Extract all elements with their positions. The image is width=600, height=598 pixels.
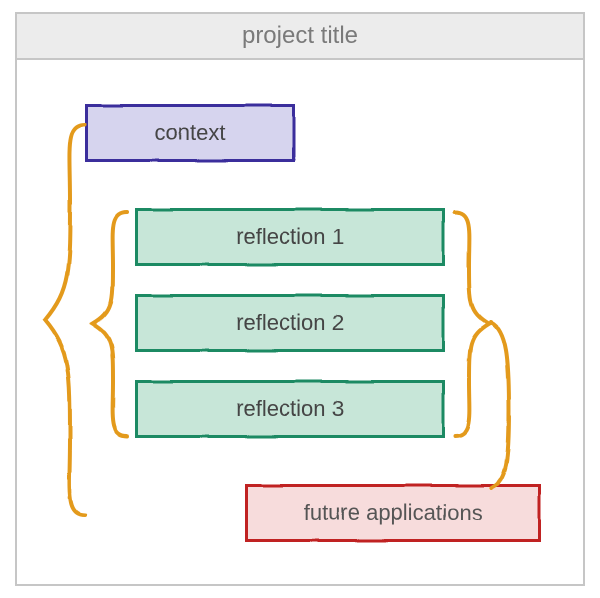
title-bar: project title [17, 14, 583, 60]
left-inner-brace-icon [85, 208, 133, 440]
reflection-1-box: reflection 1 [135, 208, 445, 266]
reflection-1-label: reflection 1 [236, 224, 344, 250]
diagram-frame: project title context reflection 1 refle… [15, 12, 585, 586]
right-connector-icon [487, 320, 527, 490]
reflection-3-box: reflection 3 [135, 380, 445, 438]
project-title: project title [242, 22, 358, 50]
reflection-3-label: reflection 3 [236, 396, 344, 422]
future-applications-box: future applications [245, 484, 541, 542]
future-applications-label: future applications [304, 500, 483, 526]
reflection-2-box: reflection 2 [135, 294, 445, 352]
context-label: context [155, 120, 226, 146]
reflection-2-label: reflection 2 [236, 310, 344, 336]
diagram-canvas: context reflection 1 reflection 2 reflec… [17, 60, 583, 584]
context-box: context [85, 104, 295, 162]
